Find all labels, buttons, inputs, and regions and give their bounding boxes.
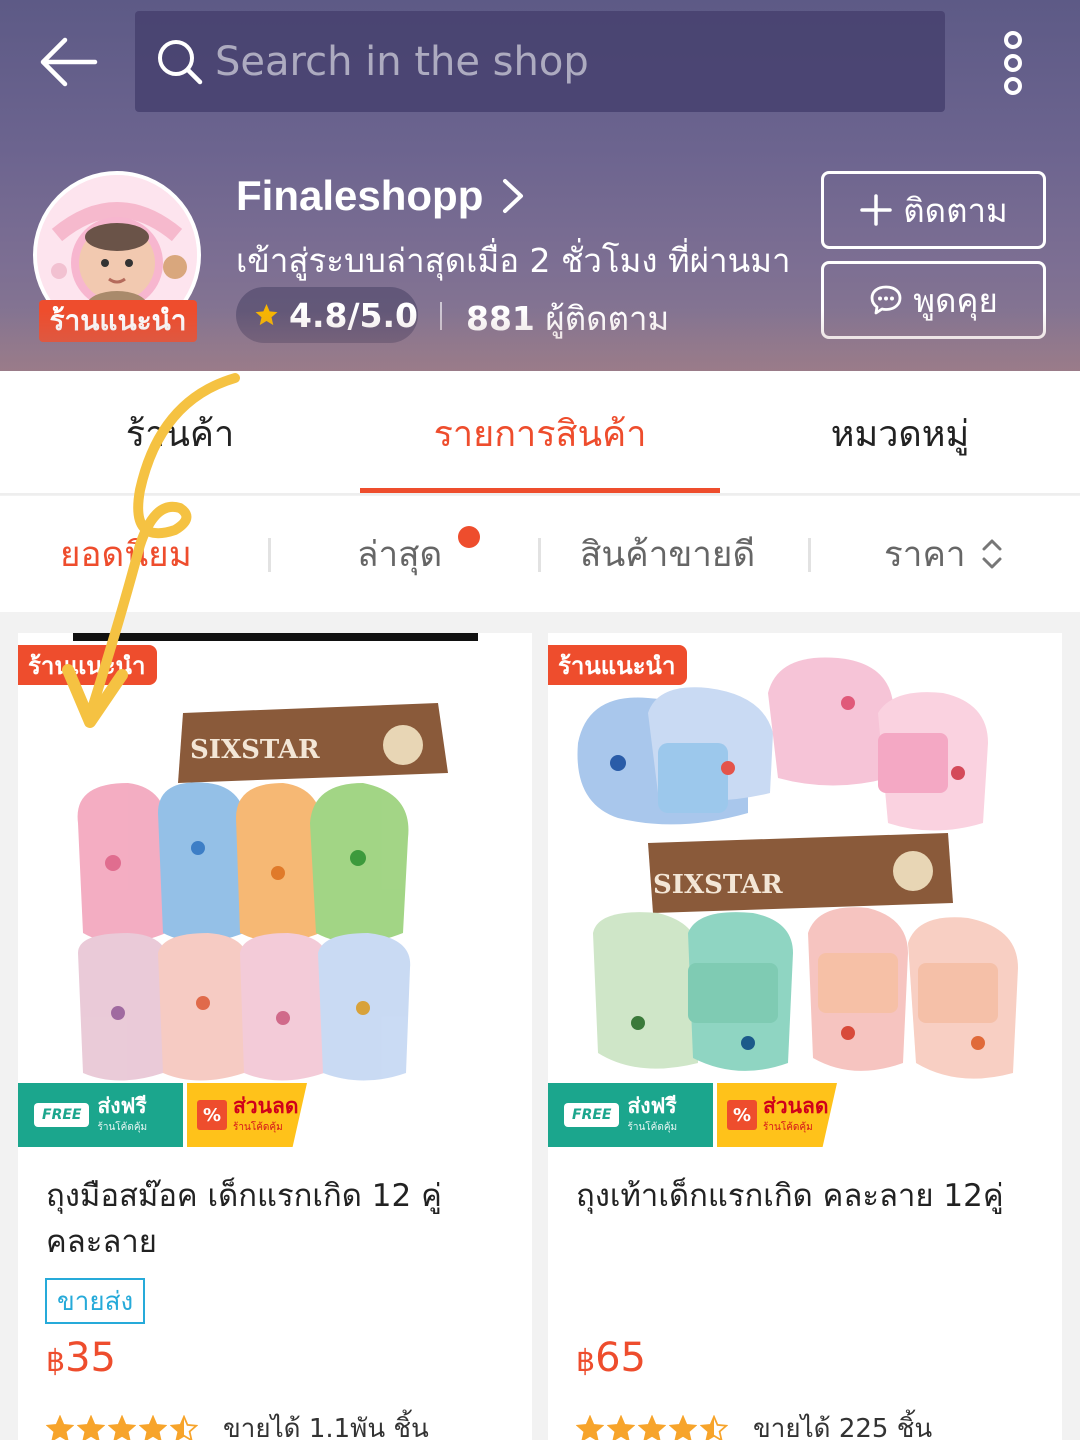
tab-products[interactable]: รายการสินค้า — [360, 371, 720, 495]
avatar-image — [37, 175, 197, 335]
new-indicator-dot — [458, 526, 480, 548]
shop-name-link[interactable]: Finaleshopp — [236, 168, 527, 224]
product-title: ถุงเท้าเด็กแรกเกิด คละลาย 12คู่ — [576, 1178, 1004, 1214]
free-shipping-truck-icon: FREE — [564, 1103, 620, 1127]
discount-label: % ส่วนลดร้านโค้ดคุ้ม — [187, 1083, 307, 1147]
currency-symbol: ฿ — [46, 1344, 66, 1379]
shop-tabs: ร้านค้า รายการสินค้า หมวดหมู่ — [0, 371, 1080, 495]
product-photo-mittens: SIXSTAR — [18, 633, 532, 1147]
free-shipping-sub: ร้านโค้ดคุ้ม — [627, 1121, 678, 1133]
star-icon — [108, 1414, 136, 1440]
brand-text: SIXSTAR — [653, 870, 783, 900]
wholesale-tag: ขายส่ง — [45, 1278, 146, 1324]
shop-name: Finaleshopp — [236, 172, 484, 219]
percent-icon: % — [727, 1100, 757, 1130]
product-price: ฿35 — [46, 1335, 116, 1381]
divider — [440, 302, 442, 330]
rating-stars — [576, 1414, 731, 1440]
sort-updown-icon — [982, 539, 1002, 569]
chat-label: พูดคุย — [913, 280, 998, 320]
product-title: ถุงมือสม๊อค เด็กแรกเกิด 12 คู่ คละลาย — [46, 1178, 442, 1260]
currency-symbol: ฿ — [576, 1344, 596, 1379]
sort-price-label: ราคา — [884, 534, 966, 575]
star-icon — [170, 1414, 198, 1440]
shop-avatar — [33, 171, 201, 339]
chat-bubble-icon — [870, 285, 902, 315]
free-shipping-text: ส่งฟรี — [627, 1093, 677, 1118]
free-shipping-text: ส่งฟรี — [97, 1093, 147, 1118]
last-login-text: เข้าสู่ระบบล่าสุดเมื่อ 2 ชั่วโมง ที่ผ่าน… — [236, 241, 791, 280]
recommended-shop-badge: ร้านแนะนำ — [39, 300, 197, 342]
recommended-badge: ร้านแนะนำ — [18, 645, 158, 685]
star-icon — [638, 1414, 666, 1440]
back-arrow-icon — [40, 37, 98, 87]
back-button[interactable] — [30, 28, 106, 96]
shop-header: ร้านแนะนำ Finaleshopp เข้าสู่ระบบล่าสุดเ… — [0, 0, 1080, 371]
chat-button[interactable]: พูดคุย — [821, 261, 1046, 339]
plus-icon — [860, 194, 892, 226]
sort-best-selling[interactable]: สินค้าขายดี — [580, 496, 755, 612]
sold-count: ขายได้ 1.1พัน ชิ้น — [223, 1414, 429, 1440]
discount-label: % ส่วนลดร้านโค้ดคุ้ม — [717, 1083, 837, 1147]
product-price: ฿65 — [576, 1335, 646, 1381]
followers-count: 881 — [466, 299, 535, 338]
product-photo-socks: SIXSTAR — [548, 633, 1062, 1147]
free-shipping-sub: ร้านโค้ดคุ้ม — [97, 1121, 148, 1133]
promo-labels: FREE ส่งฟรีร้านโค้ดคุ้ม % ส่วนลดร้านโค้ด… — [548, 1083, 837, 1147]
product-rating-row: ขายได้ 225 ชิ้น — [576, 1408, 932, 1440]
product-card[interactable]: SIXSTAR ร้านแนะนำ FREE ส่งฟรีร้านโค้ดคุ้… — [548, 633, 1062, 1440]
star-icon — [255, 304, 278, 326]
chevron-right-icon — [503, 179, 524, 213]
star-icon — [669, 1414, 697, 1440]
rating-value: 4.8/5.0 — [289, 295, 418, 335]
more-options-button[interactable] — [990, 28, 1036, 98]
search-icon — [158, 39, 203, 84]
followers-label: ผู้ติดตาม — [545, 299, 670, 338]
follow-button[interactable]: ติดตาม — [821, 171, 1046, 249]
shop-avatar-container[interactable]: ร้านแนะนำ — [33, 171, 205, 343]
divider — [808, 538, 811, 572]
discount-sub: ร้านโค้ดคุ้ม — [763, 1121, 813, 1133]
sort-latest[interactable]: ล่าสุด — [357, 496, 442, 612]
shop-rating[interactable]: 4.8/5.0 — [236, 287, 418, 343]
star-icon — [46, 1414, 74, 1440]
recommended-badge: ร้านแนะนำ — [548, 645, 688, 685]
star-icon — [77, 1414, 105, 1440]
star-icon — [700, 1414, 728, 1440]
product-image: SIXSTAR ร้านแนะนำ FREE ส่งฟรีร้านโค้ดคุ้… — [18, 633, 532, 1147]
sort-popular[interactable]: ยอดนิยม — [60, 496, 192, 612]
price-value: 65 — [595, 1335, 646, 1381]
tab-shop[interactable]: ร้านค้า — [0, 371, 360, 495]
star-icon — [607, 1414, 635, 1440]
product-card[interactable]: SIXSTAR ร้านแนะนำ FREE ส่งฟรีร้านโค้ดคุ้… — [18, 633, 532, 1440]
more-vertical-icon — [1004, 31, 1022, 95]
sort-price[interactable]: ราคา — [884, 496, 1004, 612]
free-shipping-truck-icon: FREE — [34, 1103, 90, 1127]
product-rating-row: ขายได้ 1.1พัน ชิ้น — [46, 1408, 429, 1440]
tab-categories[interactable]: หมวดหมู่ — [720, 371, 1080, 495]
product-image: SIXSTAR ร้านแนะนำ FREE ส่งฟรีร้านโค้ดคุ้… — [548, 633, 1062, 1147]
discount-text: ส่วนลด — [763, 1093, 829, 1118]
search-bar[interactable] — [135, 11, 945, 112]
follow-label: ติดตาม — [903, 190, 1008, 230]
free-shipping-label: FREE ส่งฟรีร้านโค้ดคุ้ม — [548, 1083, 713, 1147]
price-value: 35 — [65, 1335, 116, 1381]
free-shipping-label: FREE ส่งฟรีร้านโค้ดคุ้ม — [18, 1083, 183, 1147]
active-tab-indicator — [360, 488, 720, 493]
discount-text: ส่วนลด — [233, 1093, 299, 1118]
discount-sub: ร้านโค้ดคุ้ม — [233, 1121, 283, 1133]
divider — [538, 538, 541, 572]
divider — [268, 538, 271, 572]
star-icon — [139, 1414, 167, 1440]
sold-count: ขายได้ 225 ชิ้น — [753, 1414, 933, 1440]
promo-labels: FREE ส่งฟรีร้านโค้ดคุ้ม % ส่วนลดร้านโค้ด… — [18, 1083, 307, 1147]
rating-stars — [46, 1414, 201, 1440]
brand-text: SIXSTAR — [190, 735, 320, 765]
followers-info[interactable]: 881 ผู้ติดตาม — [466, 292, 669, 345]
search-input[interactable] — [215, 38, 945, 85]
star-icon — [576, 1414, 604, 1440]
percent-icon: % — [197, 1100, 227, 1130]
